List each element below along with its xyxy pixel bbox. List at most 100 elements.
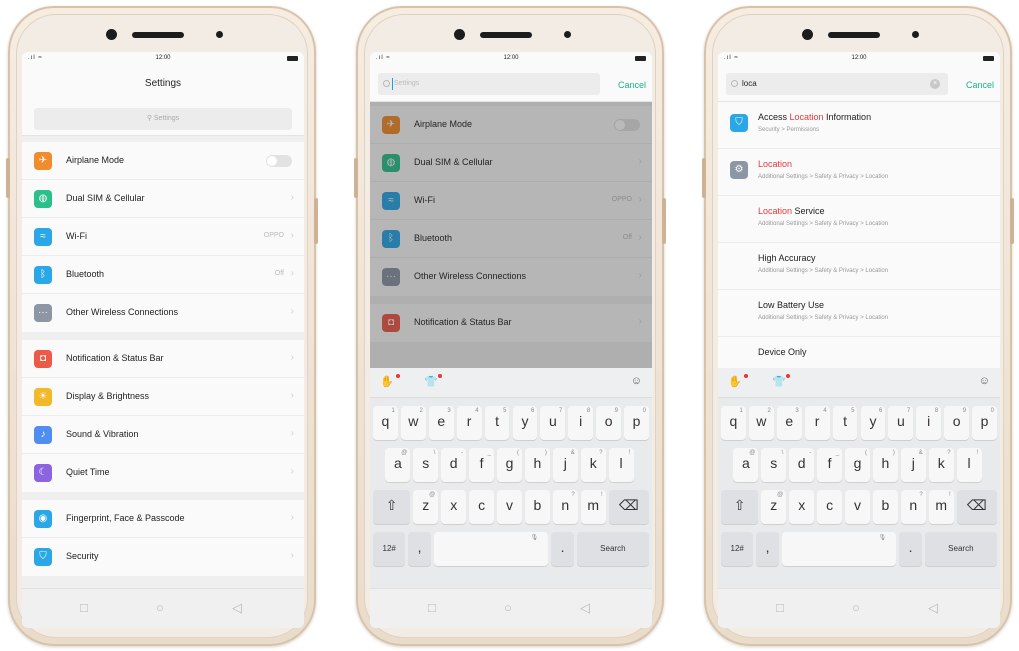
space-key[interactable]: 🎙 xyxy=(781,532,897,566)
key-c[interactable]: c xyxy=(817,490,843,524)
key-y[interactable]: y6 xyxy=(512,406,538,440)
settings-row-bluetooth[interactable]: ᛒ Bluetooth Off › xyxy=(22,256,304,294)
key-w[interactable]: w2 xyxy=(400,406,426,440)
key-u[interactable]: u7 xyxy=(540,406,566,440)
key-m[interactable]: m! xyxy=(928,490,954,524)
settings-row-security[interactable]: ⛉ Security › xyxy=(22,538,304,576)
key-z[interactable]: z @ xyxy=(413,490,439,524)
key-e[interactable]: e3 xyxy=(428,406,454,440)
backspace-key[interactable]: ⌫ xyxy=(956,490,997,524)
settings-row-dual-sim-cellular[interactable]: ◍ Dual SIM & Cellular › xyxy=(22,180,304,218)
key-g[interactable]: g( xyxy=(845,448,870,482)
key-o[interactable]: o9 xyxy=(596,406,622,440)
key-y[interactable]: y6 xyxy=(860,406,886,440)
key-v[interactable]: v xyxy=(845,490,870,524)
theme-icon[interactable]: 👕 xyxy=(424,375,438,388)
search-result-item[interactable]: ⚙ Location Additional Settings > Safety & … xyxy=(718,149,1000,196)
search-result-item[interactable]: High Accuracy Additional Settings > Safet… xyxy=(718,243,1000,290)
key-m[interactable]: m! xyxy=(580,490,606,524)
key-r[interactable]: r4 xyxy=(804,406,830,440)
key-b[interactable]: b xyxy=(524,490,550,524)
key-l[interactable]: l! xyxy=(956,448,982,482)
settings-row-display-brightness[interactable]: ☀ Display & Brightness › xyxy=(22,378,304,416)
key-z[interactable]: z @ xyxy=(761,490,787,524)
key-n[interactable]: n? xyxy=(552,490,578,524)
cancel-button[interactable]: Cancel xyxy=(618,80,646,90)
key-f[interactable]: f _ xyxy=(469,448,495,482)
back-button-icon[interactable]: ◁ xyxy=(580,600,590,616)
key-n[interactable]: n? xyxy=(900,490,926,524)
airplane-mode-toggle[interactable] xyxy=(266,155,292,167)
key-x[interactable]: x xyxy=(789,490,815,524)
cancel-button[interactable]: Cancel xyxy=(966,80,994,90)
numbers-key[interactable]: 12# xyxy=(373,532,406,566)
search-input[interactable]: Settings xyxy=(378,73,600,95)
key-t[interactable]: t5 xyxy=(484,406,510,440)
recents-button-icon[interactable]: □ xyxy=(80,600,88,615)
numbers-key[interactable]: 12# xyxy=(721,532,754,566)
key-a[interactable]: a @ xyxy=(385,448,411,482)
space-key[interactable]: 🎙 xyxy=(433,532,549,566)
key-r[interactable]: r4 xyxy=(456,406,482,440)
key-s[interactable]: s \ xyxy=(761,448,787,482)
settings-row-other-wireless-connections[interactable]: ··· Other Wireless Connections › xyxy=(22,294,304,332)
settings-row-wi-fi[interactable]: ≈ Wi-Fi OPPO › xyxy=(22,218,304,256)
key-h[interactable]: h) xyxy=(524,448,550,482)
dim-overlay[interactable] xyxy=(370,102,652,368)
key-d[interactable]: d- xyxy=(441,448,467,482)
gesture-icon[interactable]: ✋ xyxy=(728,375,742,388)
key-h[interactable]: h) xyxy=(872,448,898,482)
key-a[interactable]: a @ xyxy=(733,448,759,482)
key-e[interactable]: e3 xyxy=(776,406,802,440)
key-t[interactable]: t5 xyxy=(832,406,858,440)
home-button-icon[interactable]: ○ xyxy=(156,600,164,615)
search-result-item[interactable]: Device Only xyxy=(718,337,1000,368)
search-key[interactable]: Search xyxy=(576,532,649,566)
key-w[interactable]: w2 xyxy=(748,406,774,440)
clear-icon[interactable]: × xyxy=(930,79,940,89)
search-result-item[interactable]: ⛉ Access Location Information Security > P… xyxy=(718,102,1000,149)
settings-row-quiet-time[interactable]: ☾ Quiet Time › xyxy=(22,454,304,492)
gesture-icon[interactable]: ✋ xyxy=(380,375,394,388)
key-d[interactable]: d- xyxy=(789,448,815,482)
recents-button-icon[interactable]: □ xyxy=(776,600,784,615)
key-v[interactable]: v xyxy=(497,490,522,524)
period-key[interactable]: . xyxy=(551,532,574,566)
key-q[interactable]: q1 xyxy=(373,406,398,440)
key-o[interactable]: o9 xyxy=(944,406,970,440)
back-button-icon[interactable]: ◁ xyxy=(928,600,938,616)
key-g[interactable]: g( xyxy=(497,448,522,482)
search-input[interactable]: loca × xyxy=(726,73,948,95)
key-k[interactable]: k? xyxy=(580,448,606,482)
search-result-item[interactable]: Location Service Additional Settings > Sa… xyxy=(718,196,1000,243)
settings-row-notification-status-bar[interactable]: ◘ Notification & Status Bar › xyxy=(22,340,304,378)
key-i[interactable]: i8 xyxy=(916,406,942,440)
search-result-item[interactable]: Low Battery Use Additional Settings > Saf… xyxy=(718,290,1000,337)
shift-key[interactable]: ⇧ xyxy=(721,490,759,524)
emoji-icon[interactable]: ☺ xyxy=(631,375,642,387)
emoji-icon[interactable]: ☺ xyxy=(979,375,990,387)
home-button-icon[interactable]: ○ xyxy=(504,600,512,615)
shift-key[interactable]: ⇧ xyxy=(373,490,411,524)
key-i[interactable]: i8 xyxy=(568,406,594,440)
theme-icon[interactable]: 👕 xyxy=(772,375,786,388)
key-b[interactable]: b xyxy=(872,490,898,524)
key-s[interactable]: s \ xyxy=(413,448,439,482)
key-p[interactable]: p0 xyxy=(624,406,649,440)
period-key[interactable]: . xyxy=(899,532,922,566)
comma-key[interactable]: , xyxy=(408,532,431,566)
key-j[interactable]: j & xyxy=(900,448,926,482)
key-k[interactable]: k? xyxy=(928,448,954,482)
backspace-key[interactable]: ⌫ xyxy=(608,490,649,524)
settings-row-airplane-mode[interactable]: ✈ Airplane Mode xyxy=(22,142,304,180)
key-j[interactable]: j & xyxy=(552,448,578,482)
key-u[interactable]: u7 xyxy=(888,406,914,440)
comma-key[interactable]: , xyxy=(756,532,779,566)
key-f[interactable]: f _ xyxy=(817,448,843,482)
home-button-icon[interactable]: ○ xyxy=(852,600,860,615)
key-x[interactable]: x xyxy=(441,490,467,524)
settings-row-sound-vibration[interactable]: ♪ Sound & Vibration › xyxy=(22,416,304,454)
key-c[interactable]: c xyxy=(469,490,495,524)
key-p[interactable]: p0 xyxy=(972,406,997,440)
key-q[interactable]: q1 xyxy=(721,406,746,440)
